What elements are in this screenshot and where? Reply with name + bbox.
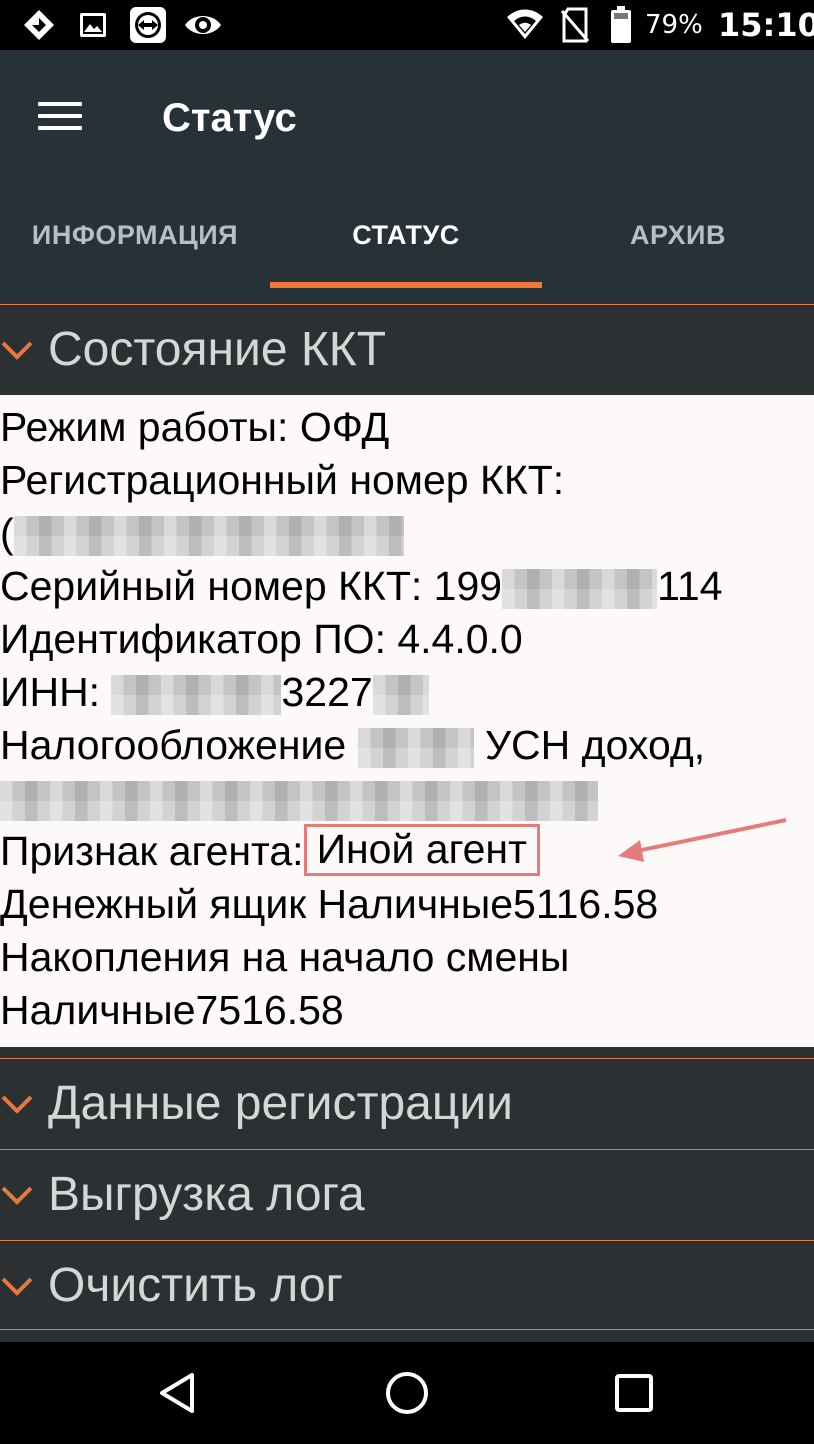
battery-percent: 79% xyxy=(645,10,703,40)
section-title: Выгрузка лога xyxy=(48,1168,365,1221)
tax-label: Налогообложение xyxy=(0,722,358,768)
image-icon xyxy=(76,0,110,50)
chevron-down-icon xyxy=(1,1277,33,1296)
tax-visible: УСН доход, xyxy=(485,722,706,768)
inn: ИНН: 3227 xyxy=(0,666,814,719)
software-id: Идентификатор ПО: 4.4.0.0 xyxy=(0,616,523,662)
annotation-arrow-icon xyxy=(618,818,787,862)
apps-diamond-icon xyxy=(18,0,60,50)
section-title: Очистить лог xyxy=(48,1259,344,1312)
redacted-block xyxy=(357,728,474,769)
system-navigation-bar xyxy=(0,1342,814,1444)
kkt-state-content: Режим работы: ОФД Регистрационный номер … xyxy=(0,395,814,1047)
redacted-block xyxy=(13,516,404,557)
serial-number: Серийный номер ККТ: 199 114 xyxy=(0,560,814,613)
eye-icon xyxy=(182,0,224,50)
reg-number-value: ( xyxy=(0,507,814,560)
accumulation-value: Наличные7516.58 xyxy=(0,987,344,1033)
section-title: Данные регистрации xyxy=(48,1077,513,1130)
tab-information[interactable]: ИНФОРМАЦИЯ xyxy=(0,190,270,290)
hamburger-menu-icon[interactable] xyxy=(24,90,96,142)
taxation: Налогообложение УСН доход, xyxy=(0,719,814,772)
inn-label: ИНН: xyxy=(0,669,112,715)
chevron-down-icon xyxy=(1,1095,33,1114)
tab-archive[interactable]: АРХИВ xyxy=(542,190,814,290)
serial-suffix: 114 xyxy=(657,563,723,609)
recents-square-icon xyxy=(615,1374,653,1412)
app-toolbar: Статус ИНФОРМАЦИЯ СТАТУС АРХИВ xyxy=(0,50,814,304)
page-title: Статус xyxy=(162,96,297,140)
no-sim-icon xyxy=(558,0,592,50)
redacted-block xyxy=(111,675,282,716)
section-title: Состояние ККТ xyxy=(48,323,387,376)
cash-drawer: Денежный ящик Наличные5116.58 xyxy=(0,881,659,927)
back-triangle-icon xyxy=(160,1373,194,1413)
reg-number-label: Регистрационный номер ККТ: xyxy=(0,457,565,503)
chevron-down-icon xyxy=(1,1186,33,1205)
accumulation-label: Накопления на начало смены xyxy=(0,934,570,980)
section-log-export-header[interactable]: Выгрузка лога xyxy=(0,1149,814,1239)
redacted-block xyxy=(0,781,598,822)
agent-value: Иной агент xyxy=(316,826,527,872)
remote-control-icon xyxy=(128,0,168,50)
section-registration-data-header[interactable]: Данные регистрации xyxy=(0,1058,814,1148)
wifi-icon xyxy=(505,0,545,50)
clock: 15:10 xyxy=(718,6,814,44)
battery-icon xyxy=(608,0,634,50)
serial-label: Серийный номер ККТ: 199 xyxy=(0,563,503,609)
redacted-block xyxy=(502,569,658,610)
agent-label: Признак агента: xyxy=(0,828,304,874)
redacted-block xyxy=(372,675,429,716)
chevron-down-icon xyxy=(1,341,33,360)
home-button[interactable] xyxy=(357,1342,457,1444)
section-clear-log-header[interactable]: Очистить лог xyxy=(0,1240,814,1330)
reg-number-prefix: ( xyxy=(0,510,14,556)
home-circle-icon xyxy=(386,1372,428,1414)
tab-selected-indicator xyxy=(270,282,542,288)
inn-visible: 3227 xyxy=(281,669,373,715)
recents-button[interactable] xyxy=(584,1342,684,1444)
back-button[interactable] xyxy=(128,1342,228,1444)
section-kkt-state-header[interactable]: Состояние ККТ xyxy=(0,304,814,394)
work-mode: Режим работы: ОФД xyxy=(0,404,390,450)
tab-status[interactable]: СТАТУС xyxy=(270,190,542,290)
agent-value-highlight: Иной агент xyxy=(303,824,540,876)
status-bar: 79% 15:10 xyxy=(0,0,814,50)
